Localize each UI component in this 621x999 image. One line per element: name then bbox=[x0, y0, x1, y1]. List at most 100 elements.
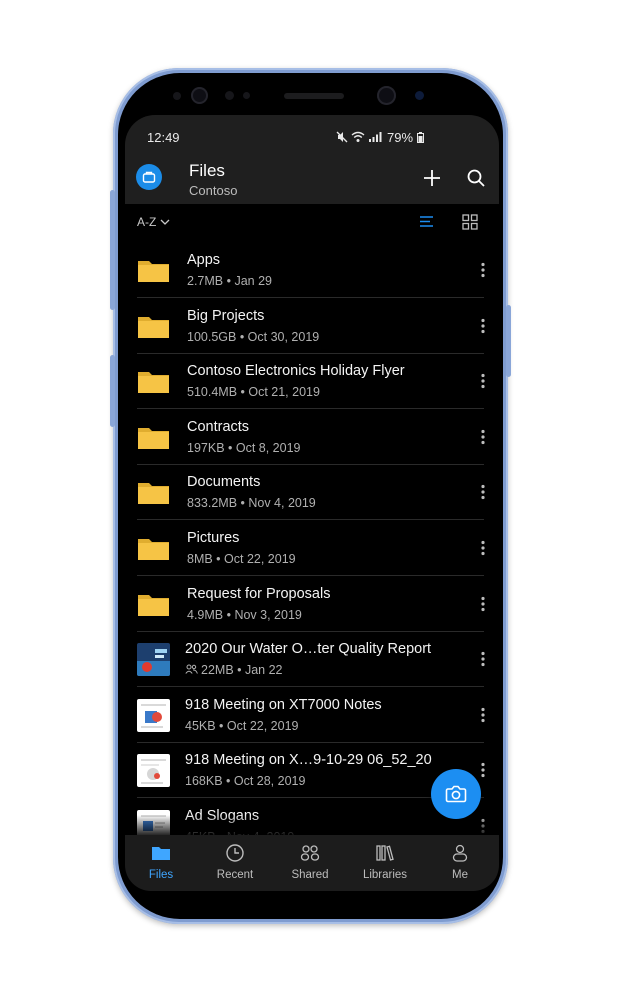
nav-icon bbox=[450, 843, 470, 863]
earpiece-speaker bbox=[284, 93, 344, 99]
more-options-button[interactable] bbox=[481, 596, 485, 612]
more-options-button[interactable] bbox=[481, 318, 485, 334]
more-options-button[interactable] bbox=[481, 262, 485, 278]
item-name: Apps bbox=[187, 252, 221, 268]
status-bar bbox=[125, 115, 499, 157]
nav-tab-shared[interactable]: Shared bbox=[274, 839, 346, 887]
item-name: Request for Proposals bbox=[187, 585, 331, 602]
item-meta-text: 510.4MB • Oct 21, 2019 bbox=[187, 385, 320, 400]
list-item[interactable]: Pictures 8MB • Oct 22, 2019 bbox=[125, 520, 499, 576]
item-name: Contoso Electronics Holiday Flyer bbox=[187, 363, 405, 380]
nav-icon bbox=[375, 843, 395, 863]
list-view-icon bbox=[420, 216, 433, 227]
wifi-icon bbox=[351, 131, 365, 142]
item-name: Documents bbox=[187, 474, 261, 491]
item-meta: 45KB • Oct 22, 2019 bbox=[185, 719, 298, 733]
item-meta-text: 8MB • Oct 22, 2019 bbox=[187, 552, 296, 566]
power-button bbox=[506, 305, 511, 377]
list-item[interactable]: Big Projects 100.5GB • Oct 30, 2019 bbox=[125, 298, 499, 354]
sensor-dot bbox=[243, 92, 250, 99]
more-options-button[interactable] bbox=[481, 484, 485, 500]
item-meta-text: 168KB • Oct 28, 2019 bbox=[185, 774, 306, 789]
item-name: 918 Meeting on XT7000 Notes bbox=[185, 696, 382, 713]
folder-icon bbox=[138, 594, 169, 616]
signal-icon bbox=[369, 132, 382, 142]
list-item[interactable]: 2020 Our Water O…ter Quality Report 22MB … bbox=[125, 631, 499, 688]
item-meta-text: 4.9MB • Nov 3, 2019 bbox=[187, 607, 302, 622]
file-thumbnail bbox=[137, 698, 170, 732]
list-item[interactable]: Contracts 197KB • Oct 8, 2019 bbox=[125, 409, 499, 465]
more-options-icon bbox=[481, 429, 485, 444]
item-meta: 100.5GB • Oct 30, 2019 bbox=[187, 330, 319, 344]
list-item[interactable]: Apps 2.7MB • Jan 29 bbox=[125, 242, 499, 298]
folder-thumbnail bbox=[137, 254, 170, 287]
item-meta: 4.9MB • Nov 3, 2019 bbox=[187, 608, 302, 622]
more-options-button[interactable] bbox=[481, 429, 485, 445]
file-thumbnail bbox=[137, 643, 170, 677]
nav-label: Recent bbox=[216, 869, 254, 881]
nav-tab-files[interactable]: Files bbox=[125, 839, 197, 887]
nav-tab-libraries[interactable]: Libraries bbox=[349, 839, 421, 887]
nav-tab-me[interactable]: Me bbox=[424, 839, 496, 887]
volume-button bbox=[110, 355, 115, 427]
item-meta: 8MB • Oct 22, 2019 bbox=[187, 552, 296, 566]
chevron-down-icon bbox=[160, 219, 170, 225]
more-options-icon bbox=[481, 485, 485, 500]
status-time: 12:49 bbox=[147, 130, 180, 145]
item-meta-text: 2.7MB • Jan 29 bbox=[187, 274, 272, 288]
search-button[interactable] bbox=[465, 167, 487, 189]
nav-label: Libraries bbox=[362, 869, 408, 881]
item-name: 918 Meeting on X…9-10-29 06_52_20 bbox=[185, 752, 432, 769]
list-item[interactable]: Request for Proposals 4.9MB • Nov 3, 2019 bbox=[125, 576, 499, 632]
more-options-button[interactable] bbox=[481, 373, 485, 389]
list-view-button[interactable] bbox=[418, 213, 436, 231]
plus-icon bbox=[424, 170, 440, 186]
item-meta-text: 22MB • Jan 22 bbox=[201, 663, 283, 678]
grid-view-button[interactable] bbox=[461, 213, 479, 231]
person-icon bbox=[452, 844, 468, 862]
more-options-icon bbox=[481, 318, 485, 333]
item-meta: 2.7MB • Jan 29 bbox=[187, 274, 272, 288]
battery-percent: 79% bbox=[387, 130, 414, 145]
account-avatar-button[interactable] bbox=[136, 164, 162, 190]
front-camera bbox=[191, 87, 208, 104]
scan-camera-button[interactable] bbox=[431, 769, 481, 819]
item-meta: 197KB • Oct 8, 2019 bbox=[187, 441, 300, 455]
sensor-dot bbox=[173, 92, 181, 100]
nav-icon bbox=[300, 843, 320, 863]
clock-icon bbox=[226, 844, 244, 862]
more-options-button[interactable] bbox=[481, 540, 485, 556]
shared-icon bbox=[185, 664, 198, 674]
item-meta-text: 197KB • Oct 8, 2019 bbox=[187, 440, 301, 455]
nav-icon bbox=[151, 843, 171, 863]
nav-label: Files bbox=[148, 869, 174, 881]
more-options-button[interactable] bbox=[481, 707, 485, 723]
bottom-navigation: Files Recent Shared Libraries Me bbox=[125, 835, 499, 891]
item-name: Big Projects bbox=[187, 307, 265, 324]
camera-icon bbox=[445, 785, 467, 803]
more-options-button[interactable] bbox=[481, 762, 485, 778]
grid-view-icon bbox=[462, 214, 478, 230]
item-name: Contracts bbox=[187, 418, 250, 435]
item-meta: 510.4MB • Oct 21, 2019 bbox=[187, 385, 320, 399]
item-meta-text: 100.5GB • Oct 30, 2019 bbox=[187, 329, 320, 344]
nav-tab-recent[interactable]: Recent bbox=[199, 839, 271, 887]
bixby-button bbox=[110, 190, 115, 310]
iris-sensor bbox=[415, 91, 424, 100]
folder-thumbnail bbox=[137, 588, 170, 621]
list-item[interactable]: Documents 833.2MB • Nov 4, 2019 bbox=[125, 464, 499, 521]
document-thumbnail-icon bbox=[137, 754, 170, 788]
folder-icon bbox=[138, 427, 169, 449]
more-options-icon bbox=[481, 763, 485, 778]
list-item[interactable]: Contoso Electronics Holiday Flyer 510.4MB… bbox=[125, 353, 499, 410]
battery-level: 79% bbox=[387, 130, 424, 145]
sort-dropdown[interactable]: A-Z bbox=[137, 215, 170, 229]
nav-label: Shared bbox=[291, 869, 329, 881]
more-options-button[interactable] bbox=[481, 651, 485, 667]
add-button[interactable] bbox=[421, 167, 443, 189]
list-item[interactable]: 918 Meeting on XT7000 Notes 45KB • Oct 22… bbox=[125, 687, 499, 743]
more-options-icon bbox=[481, 707, 485, 722]
item-name: 2020 Our Water O…ter Quality Report bbox=[185, 641, 432, 658]
report-thumbnail-icon bbox=[137, 643, 170, 677]
people-icon bbox=[300, 845, 320, 861]
